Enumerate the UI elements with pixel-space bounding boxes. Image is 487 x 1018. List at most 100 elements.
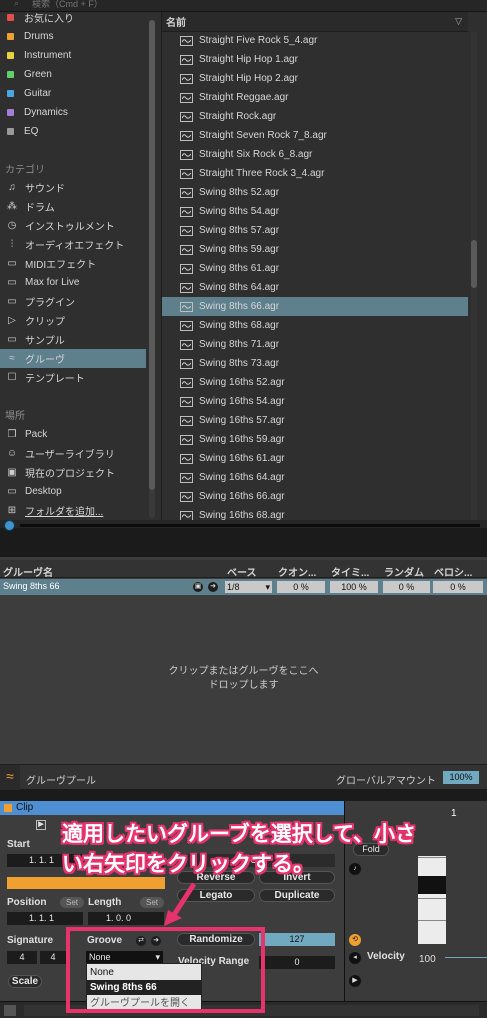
velocity-field[interactable]: 0 % (433, 581, 483, 593)
loop-follow-icon[interactable]: ⟲ (349, 934, 361, 946)
file-row[interactable]: Swing 16ths 57.agr (162, 411, 468, 430)
file-row[interactable]: Swing 16ths 54.agr (162, 392, 468, 411)
timing-field[interactable]: 100 % (330, 581, 378, 593)
preview-track[interactable] (20, 524, 480, 527)
scale-button[interactable]: Scale (8, 975, 42, 988)
sidebar-item-category[interactable]: ≈ グルーヴ (0, 349, 146, 368)
sidebar-item-category[interactable]: ▭ MIDIエフェクト (0, 254, 146, 273)
base-select[interactable]: 1/8 ▾ (225, 581, 272, 593)
sidebar-item-favorite[interactable]: Drums (0, 27, 146, 46)
sidebar-item-place[interactable]: ❒ Pack (0, 425, 146, 444)
file-row[interactable]: Straight Three Rock 3_4.agr (162, 164, 468, 183)
sidebar-item-place[interactable]: ☺ ユーザーライブラリ (0, 444, 146, 463)
commit-groove-icon[interactable]: ➜ (208, 582, 218, 592)
sidebar-item-place[interactable]: ⊞ フォルダを追加... (0, 501, 146, 520)
sidebar-item-category[interactable]: ▷ クリップ (0, 311, 146, 330)
sidebar-item-category[interactable]: ⫶ オーディオエフェクト (0, 235, 146, 254)
pack-icon: ❒ (7, 428, 17, 440)
file-row[interactable]: Straight Six Rock 6_8.agr (162, 145, 468, 164)
file-row[interactable]: Straight Hip Hop 2.agr (162, 69, 468, 88)
file-scroll-thumb[interactable] (471, 240, 477, 288)
clip-title: Clip (16, 802, 34, 813)
file-row[interactable]: Swing 8ths 57.agr (162, 221, 468, 240)
file-row[interactable]: Swing 16ths 64.agr (162, 468, 468, 487)
file-row[interactable]: Swing 8ths 61.agr (162, 259, 468, 278)
sidebar-item-category[interactable]: ⁂ ドラム (0, 197, 146, 216)
sidebar-item-category[interactable]: ♫ サウンド (0, 178, 146, 197)
sidebar-item-category[interactable]: ▭ プラグイン (0, 292, 146, 311)
groove-pool-toggle-icon[interactable]: ≈ (0, 765, 20, 790)
velocity-line[interactable] (445, 957, 487, 958)
clip-color-swatch[interactable] (4, 804, 12, 812)
duplicate-button[interactable]: Duplicate (259, 889, 335, 902)
random-field[interactable]: 0 % (383, 581, 430, 593)
file-row[interactable]: Swing 8ths 73.agr (162, 354, 468, 373)
sidebar-item-place[interactable]: ▭ Desktop (0, 482, 146, 501)
sidebar-item-category[interactable]: ▭ サンプル (0, 330, 146, 349)
sidebar-scroll-thumb[interactable] (149, 20, 155, 490)
file-row[interactable]: Straight Five Rock 5_4.agr (162, 31, 468, 50)
sidebar-item-label: Green (24, 69, 52, 80)
file-row[interactable]: Swing 8ths 52.agr (162, 183, 468, 202)
play-clip-icon[interactable]: ▶ (36, 820, 46, 830)
groove-file-icon (180, 149, 193, 160)
file-row[interactable]: Swing 16ths 59.agr (162, 430, 468, 449)
save-groove-icon[interactable]: ▣ (193, 582, 203, 592)
audio-effect-icon: ⫶ (10, 238, 14, 250)
sidebar-item-favorite[interactable]: お気に入り (0, 8, 146, 27)
key-divider (418, 898, 446, 899)
groove-pool-row[interactable]: Swing 8ths 66 ▣ ➜ 1/8 ▾ 0 % 100 % 0 % 0 % (0, 579, 487, 595)
add-folder-icon: ⊞ (7, 504, 17, 516)
sidebar-item-favorite[interactable]: Instrument (0, 46, 146, 65)
sidebar-item-label: クリップ (25, 317, 65, 328)
sort-arrow-icon[interactable]: ▽ (455, 16, 462, 27)
file-list-header[interactable]: 名前 ▽ (162, 12, 468, 32)
position-field[interactable]: 1. 1. 1 (7, 912, 83, 925)
sidebar-item-favorite[interactable]: EQ (0, 122, 146, 141)
sidebar-item-category[interactable]: ☐ テンプレート (0, 368, 146, 387)
groove-pool-title: グルーヴプール (26, 776, 96, 787)
sidebar-item-favorite[interactable]: Green (0, 65, 146, 84)
file-row[interactable]: Swing 8ths 66.agr (162, 297, 468, 316)
sidebar-item-place[interactable]: ▣ 現在のプロジェクト (0, 463, 146, 482)
groove-file-icon (180, 225, 193, 236)
clip-title-bar[interactable]: Clip (0, 801, 344, 815)
file-row[interactable]: Swing 8ths 71.agr (162, 335, 468, 354)
file-row[interactable]: Straight Seven Rock 7_8.agr (162, 126, 468, 145)
file-row[interactable]: Swing 8ths 64.agr (162, 278, 468, 297)
groove-file-icon (180, 396, 193, 407)
groove-file-icon (180, 453, 193, 464)
global-amount-field[interactable]: 100% (443, 771, 479, 784)
color-tag-icon (7, 109, 14, 116)
position-set-button[interactable]: Set (60, 897, 84, 908)
sidebar-item-favorite[interactable]: Dynamics (0, 103, 146, 122)
file-row[interactable]: Straight Reggae.agr (162, 88, 468, 107)
expand-icon[interactable]: ▶ (349, 975, 361, 987)
sidebar-scrollbar[interactable] (149, 20, 155, 518)
file-row[interactable]: Swing 8ths 59.agr (162, 240, 468, 259)
file-row[interactable]: Swing 16ths 52.agr (162, 373, 468, 392)
quantize-field[interactable]: 0 % (277, 581, 325, 593)
file-row[interactable]: Straight Rock.agr (162, 107, 468, 126)
envelope-icon[interactable]: ◂ (349, 952, 361, 964)
name-column-header[interactable]: 名前 (166, 14, 186, 29)
sidebar-item-favorite[interactable]: Guitar (0, 84, 146, 103)
sidebar-item-category[interactable]: ▭ Max for Live (0, 273, 146, 292)
plugin-icon: ▭ (7, 295, 17, 307)
randomize-value-field[interactable]: 127 (259, 933, 335, 946)
sidebar-item-label: サウンド (25, 184, 65, 195)
sidebar-item-category[interactable]: ◷ インストゥルメント (0, 216, 146, 235)
status-toggle-icon[interactable] (4, 1005, 16, 1016)
file-row[interactable]: Straight Hip Hop 1.agr (162, 50, 468, 69)
file-row[interactable]: Swing 16ths 61.agr (162, 449, 468, 468)
length-field[interactable]: 1. 0. 0 (88, 912, 164, 925)
file-name: Swing 16ths 59.agr (199, 434, 285, 445)
signature-numerator[interactable]: 4 (7, 951, 37, 964)
file-row[interactable]: Swing 8ths 54.agr (162, 202, 468, 221)
preview-toggle-button[interactable] (4, 520, 15, 531)
signature-denominator[interactable]: 4 (40, 951, 66, 964)
file-row[interactable]: Swing 8ths 68.agr (162, 316, 468, 335)
file-list-scrollbar[interactable] (471, 32, 477, 520)
file-row[interactable]: Swing 16ths 66.agr (162, 487, 468, 506)
velocity-range-field[interactable]: 0 (259, 956, 335, 969)
